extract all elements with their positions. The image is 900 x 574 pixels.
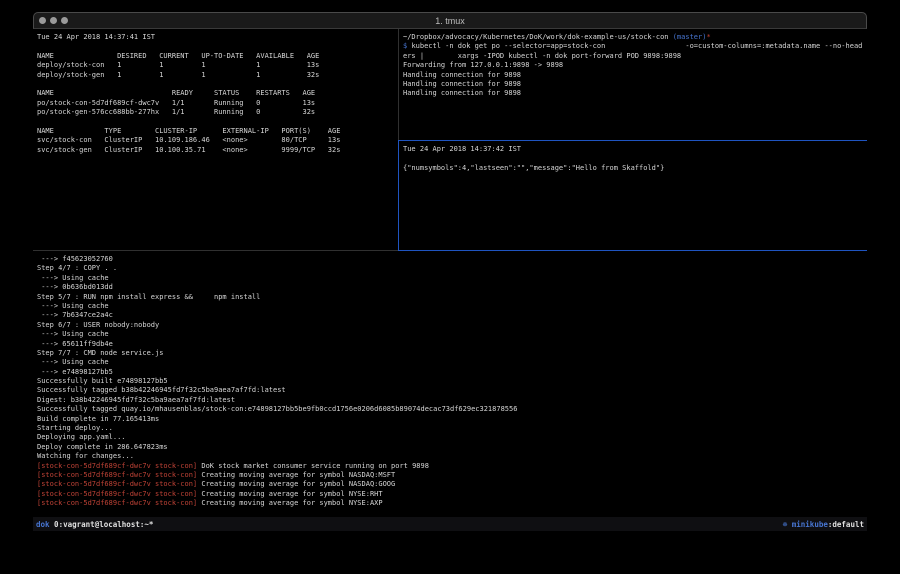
terminal-line: NAME READY STATUS RESTARTS AGE [37, 89, 394, 98]
pod-log-line: [stock-con-5d7df689cf-dwc7v stock-con] C… [37, 490, 863, 499]
terminal-line: Starting deploy... [37, 424, 863, 433]
terminal-line: NAME TYPE CLUSTER-IP EXTERNAL-IP PORT(S)… [37, 127, 394, 136]
kubernetes-wheel-icon: ☸ [783, 520, 792, 529]
terminal-line: Successfully tagged b38b42246945fd7f32c5… [37, 386, 863, 395]
terminal-line: ---> Using cache [37, 330, 863, 339]
terminal-line: ---> 7b6347ce2a4c [37, 311, 863, 320]
terminal-line: Deploy complete in 286.647823ms [37, 443, 863, 452]
pod-log-prefix: [stock-con-5d7df689cf-dwc7v stock-con] [37, 471, 197, 479]
tmux-status-bar: dok 0:vagrant@localhost:~* ☸ minikube:de… [33, 517, 867, 531]
terminal-line [37, 42, 394, 51]
kube-context: minikube [792, 520, 828, 529]
terminal-line: po/stock-gen-576cc688bb-277hx 1/1 Runnin… [37, 108, 394, 117]
terminal-line: deploy/stock-con 1 1 1 1 13s [37, 61, 394, 70]
pod-log-prefix: [stock-con-5d7df689cf-dwc7v stock-con] [37, 490, 197, 498]
tmux-terminal: Tue 24 Apr 2018 14:37:41 IST NAME DESIRED… [33, 29, 867, 517]
pane-content: ers | xargs -IPOD kubectl -n dok port-fo… [403, 52, 863, 99]
terminal-line: Step 7/7 : CMD node service.js [37, 349, 863, 358]
terminal-line: deploy/stock-gen 1 1 1 1 32s [37, 71, 394, 80]
status-left: dok 0:vagrant@localhost:~* [36, 520, 153, 529]
terminal-line [403, 154, 863, 163]
window-titlebar[interactable]: 1. tmux [33, 12, 867, 29]
session-name: dok [36, 520, 50, 529]
terminal-line: ---> Using cache [37, 274, 863, 283]
pod-log-prefix: [stock-con-5d7df689cf-dwc7v stock-con] [37, 462, 197, 470]
terminal-line: Step 4/7 : COPY . . [37, 264, 863, 273]
terminal-line: ---> Using cache [37, 302, 863, 311]
terminal-line: ---> 0b636bd013dd [37, 283, 863, 292]
pod-log-prefix: [stock-con-5d7df689cf-dwc7v stock-con] [37, 499, 197, 507]
terminal-line: Successfully built e74898127bb5 [37, 377, 863, 386]
terminal-line [37, 118, 394, 127]
terminal-line: ---> f45623052760 [37, 255, 863, 264]
terminal-line: ---> Using cache [37, 358, 863, 367]
terminal-line: Deploying app.yaml... [37, 433, 863, 442]
terminal-line: Handling connection for 9898 [403, 80, 863, 89]
terminal-line: Digest: b38b42246945fd7f32c5ba9aea7af7fd… [37, 396, 863, 405]
pane-skaffold-build-log[interactable]: ---> f45623052760Step 4/7 : COPY . . ---… [33, 251, 867, 517]
terminal-line: Watching for changes... [37, 452, 863, 461]
repo-path-line: ~/Dropbox/advocacy/Kubernetes/DoK/work/d… [403, 33, 863, 42]
repo-path: ~/Dropbox/advocacy/Kubernetes/DoK/work/d… [403, 33, 673, 41]
pod-log-lines: [stock-con-5d7df689cf-dwc7v stock-con] D… [37, 462, 863, 509]
terminal-line [37, 80, 394, 89]
terminal-line: svc/stock-con ClusterIP 10.109.186.46 <n… [37, 136, 394, 145]
pod-log-message: Creating moving average for symbol NASDA… [197, 471, 395, 479]
terminal-line: svc/stock-gen ClusterIP 10.100.35.71 <no… [37, 146, 394, 155]
terminal-line: Successfully tagged quay.io/mhausenblas/… [37, 405, 863, 414]
pod-log-message: Creating moving average for symbol NYSE:… [197, 490, 382, 498]
pane-curl-response[interactable]: Tue 24 Apr 2018 14:37:42 IST {"numsymbols… [399, 141, 867, 250]
terminal-line: Handling connection for 9898 [403, 71, 863, 80]
command-text: kubectl -n dok get po --selector=app=sto… [411, 42, 862, 50]
window-label[interactable]: 0:vagrant@localhost:~* [50, 520, 154, 529]
pod-log-message: DoK stock market consumer service runnin… [197, 462, 429, 470]
pane-content: Tue 24 Apr 2018 14:37:42 IST {"numsymbols… [403, 145, 863, 173]
terminal-line: NAME DESIRED CURRENT UP-TO-DATE AVAILABL… [37, 52, 394, 61]
desktop-background: 1. tmux Tue 24 Apr 2018 14:37:41 IST NAME… [0, 0, 900, 574]
pod-log-line: [stock-con-5d7df689cf-dwc7v stock-con] D… [37, 462, 863, 471]
command-line: $ kubectl -n dok get po --selector=app=s… [403, 42, 863, 51]
kube-namespace: :default [828, 520, 864, 529]
pod-log-line: [stock-con-5d7df689cf-dwc7v stock-con] C… [37, 480, 863, 489]
terminal-line: Handling connection for 9898 [403, 89, 863, 98]
terminal-line: ers | xargs -IPOD kubectl -n dok port-fo… [403, 52, 863, 61]
pod-log-line: [stock-con-5d7df689cf-dwc7v stock-con] C… [37, 471, 863, 480]
terminal-line: Build complete in 77.165413ms [37, 415, 863, 424]
terminal-window: 1. tmux Tue 24 Apr 2018 14:37:41 IST NAME… [33, 12, 867, 531]
terminal-line: Step 5/7 : RUN npm install express && np… [37, 293, 863, 302]
terminal-line: po/stock-con-5d7df689cf-dwc7v 1/1 Runnin… [37, 99, 394, 108]
terminal-line: Step 6/7 : USER nobody:nobody [37, 321, 863, 330]
terminal-line: Forwarding from 127.0.0.1:9898 -> 9898 [403, 61, 863, 70]
pane-port-forward[interactable]: ~/Dropbox/advocacy/Kubernetes/DoK/work/d… [399, 29, 867, 140]
pod-log-prefix: [stock-con-5d7df689cf-dwc7v stock-con] [37, 480, 197, 488]
terminal-line: ---> e74898127bb5 [37, 368, 863, 377]
pane-kubectl-watch[interactable]: Tue 24 Apr 2018 14:37:41 IST NAME DESIRED… [33, 29, 398, 250]
terminal-line: Tue 24 Apr 2018 14:37:42 IST [403, 145, 863, 154]
terminal-line: ---> 65611ff9db4e [37, 340, 863, 349]
pane-content: ---> f45623052760Step 4/7 : COPY . . ---… [37, 255, 863, 462]
pod-log-line: [stock-con-5d7df689cf-dwc7v stock-con] C… [37, 499, 863, 508]
window-title: 1. tmux [34, 16, 866, 26]
status-right: ☸ minikube:default [783, 520, 864, 529]
terminal-line: Tue 24 Apr 2018 14:37:41 IST [37, 33, 394, 42]
pod-log-message: Creating moving average for symbol NASDA… [197, 480, 395, 488]
terminal-line: {"numsymbols":4,"lastseen":"","message":… [403, 164, 863, 173]
pod-log-message: Creating moving average for symbol NYSE:… [197, 499, 382, 507]
pane-content: Tue 24 Apr 2018 14:37:41 IST NAME DESIRED… [37, 33, 394, 155]
git-dirty-marker: * [706, 33, 710, 41]
git-branch: (master) [673, 33, 707, 41]
